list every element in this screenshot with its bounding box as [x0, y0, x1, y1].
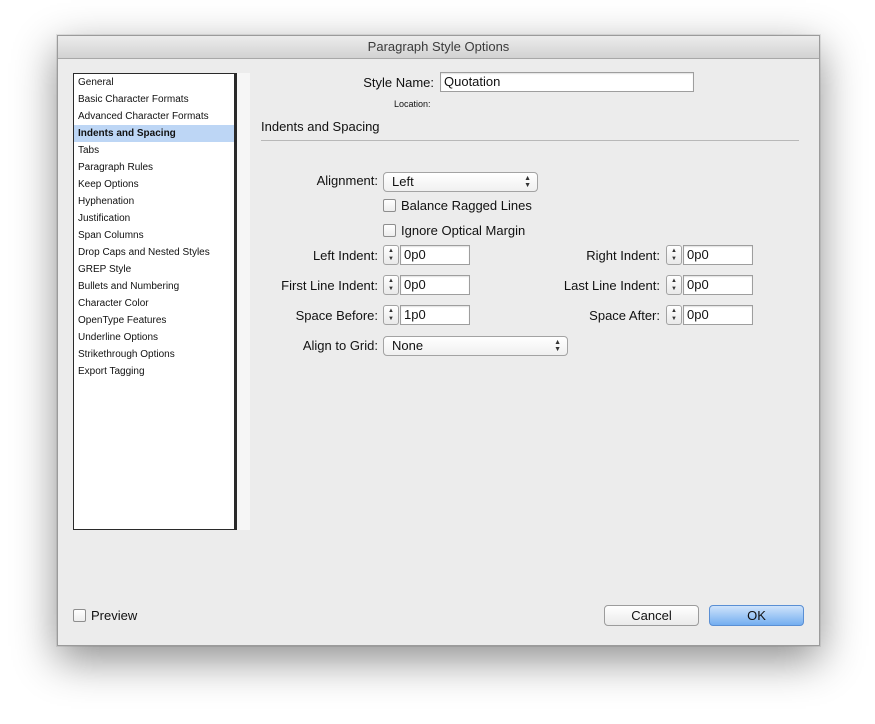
sidebar-item-strikethrough-options[interactable]: Strikethrough Options	[74, 346, 234, 363]
preview-label: Preview	[91, 608, 138, 623]
ok-button[interactable]: OK	[709, 605, 804, 626]
preview-checkbox[interactable]	[73, 609, 86, 622]
category-list-scroll-area	[237, 73, 250, 530]
paragraph-style-options-dialog: Paragraph Style Options General Basic Cha…	[57, 35, 820, 646]
alignment-popup[interactable]: Left ▲ ▼	[383, 172, 538, 192]
sidebar-item-character-color[interactable]: Character Color	[74, 295, 234, 312]
sidebar-item-opentype-features[interactable]: OpenType Features	[74, 312, 234, 329]
popup-arrows-icon: ▲ ▼	[524, 175, 531, 189]
left-indent-input[interactable]: 0p0	[400, 245, 470, 265]
sidebar-item-export-tagging[interactable]: Export Tagging	[74, 363, 234, 380]
last-line-indent-stepper[interactable]: ▲ ▼	[666, 275, 682, 295]
style-name-input[interactable]: Quotation	[440, 72, 694, 92]
sidebar-item-underline-options[interactable]: Underline Options	[74, 329, 234, 346]
style-name-label: Style Name:	[363, 75, 434, 90]
first-line-indent-input[interactable]: 0p0	[400, 275, 470, 295]
right-indent-label: Right Indent:	[586, 248, 660, 263]
space-before-stepper[interactable]: ▲ ▼	[383, 305, 399, 325]
alignment-value: Left	[392, 174, 414, 189]
align-to-grid-popup[interactable]: None ▲ ▼	[383, 336, 568, 356]
sidebar-item-basic-character-formats[interactable]: Basic Character Formats	[74, 91, 234, 108]
section-divider	[261, 140, 799, 141]
ignore-optical-margin-checkbox[interactable]	[383, 224, 396, 237]
first-line-indent-label: First Line Indent:	[281, 278, 378, 293]
first-line-indent-stepper[interactable]: ▲ ▼	[383, 275, 399, 295]
section-title: Indents and Spacing	[261, 119, 380, 134]
sidebar-item-indents-and-spacing[interactable]: Indents and Spacing	[74, 125, 234, 142]
right-indent-input[interactable]: 0p0	[683, 245, 753, 265]
alignment-label: Alignment:	[316, 173, 378, 188]
sidebar-item-drop-caps-and-nested-styles[interactable]: Drop Caps and Nested Styles	[74, 244, 234, 261]
dialog-title: Paragraph Style Options	[58, 36, 819, 59]
cancel-button[interactable]: Cancel	[604, 605, 699, 626]
popup-arrows-icon: ▲ ▼	[554, 339, 561, 353]
last-line-indent-input[interactable]: 0p0	[683, 275, 753, 295]
align-to-grid-label: Align to Grid:	[302, 338, 378, 353]
sidebar-item-bullets-and-numbering[interactable]: Bullets and Numbering	[74, 278, 234, 295]
space-after-stepper[interactable]: ▲ ▼	[666, 305, 682, 325]
sidebar-item-justification[interactable]: Justification	[74, 210, 234, 227]
sidebar-item-general[interactable]: General	[74, 74, 234, 91]
space-before-input[interactable]: 1p0	[400, 305, 470, 325]
space-before-label: Space Before:	[295, 308, 378, 323]
balance-ragged-lines-label: Balance Ragged Lines	[401, 198, 532, 213]
sidebar-item-tabs[interactable]: Tabs	[74, 142, 234, 159]
sidebar-item-paragraph-rules[interactable]: Paragraph Rules	[74, 159, 234, 176]
right-indent-stepper[interactable]: ▲ ▼	[666, 245, 682, 265]
balance-ragged-lines-checkbox[interactable]	[383, 199, 396, 212]
sidebar-item-keep-options[interactable]: Keep Options	[74, 176, 234, 193]
left-indent-stepper[interactable]: ▲ ▼	[383, 245, 399, 265]
last-line-indent-label: Last Line Indent:	[563, 278, 660, 293]
left-indent-label: Left Indent:	[312, 248, 378, 263]
sidebar-item-advanced-character-formats[interactable]: Advanced Character Formats	[74, 108, 234, 125]
space-after-input[interactable]: 0p0	[683, 305, 753, 325]
location-label: Location:	[394, 99, 431, 109]
sidebar-item-span-columns[interactable]: Span Columns	[74, 227, 234, 244]
sidebar-item-hyphenation[interactable]: Hyphenation	[74, 193, 234, 210]
align-to-grid-value: None	[392, 338, 424, 353]
space-after-label: Space After:	[589, 308, 660, 323]
ignore-optical-margin-label: Ignore Optical Margin	[401, 223, 526, 238]
sidebar-item-grep-style[interactable]: GREP Style	[74, 261, 234, 278]
category-list[interactable]: General Basic Character Formats Advanced C…	[73, 73, 237, 530]
